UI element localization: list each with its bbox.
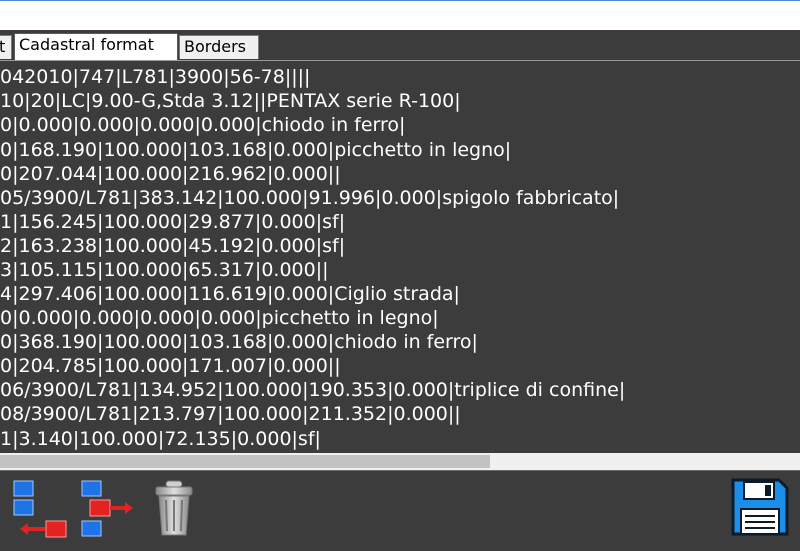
export-right-button[interactable] <box>80 479 136 539</box>
text-line: 0|0.000|0.000|0.000|0.000|chiodo in ferr… <box>0 114 406 136</box>
export-right-icon <box>81 480 133 537</box>
text-line: 042010|747|L781|3900|56-78|||| <box>0 66 311 88</box>
text-line: 0|168.190|100.000|103.168|0.000|picchett… <box>0 139 512 161</box>
import-left-button[interactable] <box>12 479 68 539</box>
window-top-bar <box>0 0 800 30</box>
text-line: 0|368.190|100.000|103.168|0.000|chiodo i… <box>0 331 478 353</box>
text-line: 10|20|LC|9.00-G,Stda 3.12||PENTAX serie … <box>0 90 461 112</box>
text-line: 4|297.406|100.000|116.619|0.000|Ciglio s… <box>0 283 460 305</box>
text-line: 0|204.785|100.000|171.007|0.000|| <box>0 355 341 377</box>
tab-strip: t Cadastral format Borders <box>0 30 800 60</box>
horizontal-scrollbar-thumb[interactable] <box>0 455 490 468</box>
text-line: 0|207.044|100.000|216.962|0.000|| <box>0 163 341 185</box>
text-line: 1|156.245|100.000|29.877|0.000|sf| <box>0 211 346 233</box>
tab-partial-label: t <box>0 37 6 56</box>
tab-borders[interactable]: Borders <box>179 35 259 59</box>
trash-icon <box>155 480 193 536</box>
tab-cadastral-format-label: Cadastral format <box>19 35 154 54</box>
cadastral-text-editor[interactable]: 042010|747|L781|3900|56-78|||| 10|20|LC|… <box>0 60 800 454</box>
text-line: 3|105.115|100.000|65.317|0.000|| <box>0 259 329 281</box>
text-line: 1|3.140|100.000|72.135|0.000|sf| <box>0 428 321 450</box>
text-line: 0|0.000|0.000|0.000|0.000|picchetto in l… <box>0 307 439 329</box>
bottom-toolbar <box>0 470 800 551</box>
horizontal-scrollbar[interactable] <box>0 453 800 470</box>
save-floppy-icon <box>731 478 789 536</box>
text-line: 05/3900/L781|383.142|100.000|91.996|0.00… <box>0 187 620 209</box>
text-line: 2|163.238|100.000|45.192|0.000|sf| <box>0 235 346 257</box>
save-button[interactable] <box>730 477 790 537</box>
text-line: 06/3900/L781|134.952|100.000|190.353|0.0… <box>0 379 626 401</box>
tab-borders-label: Borders <box>184 37 246 56</box>
delete-button[interactable] <box>152 479 196 539</box>
import-left-icon <box>13 480 67 538</box>
text-line: 08/3900/L781|213.797|100.000|211.352|0.0… <box>0 403 461 425</box>
tab-partial[interactable]: t <box>0 35 12 59</box>
tab-cadastral-format[interactable]: Cadastral format <box>14 33 178 60</box>
